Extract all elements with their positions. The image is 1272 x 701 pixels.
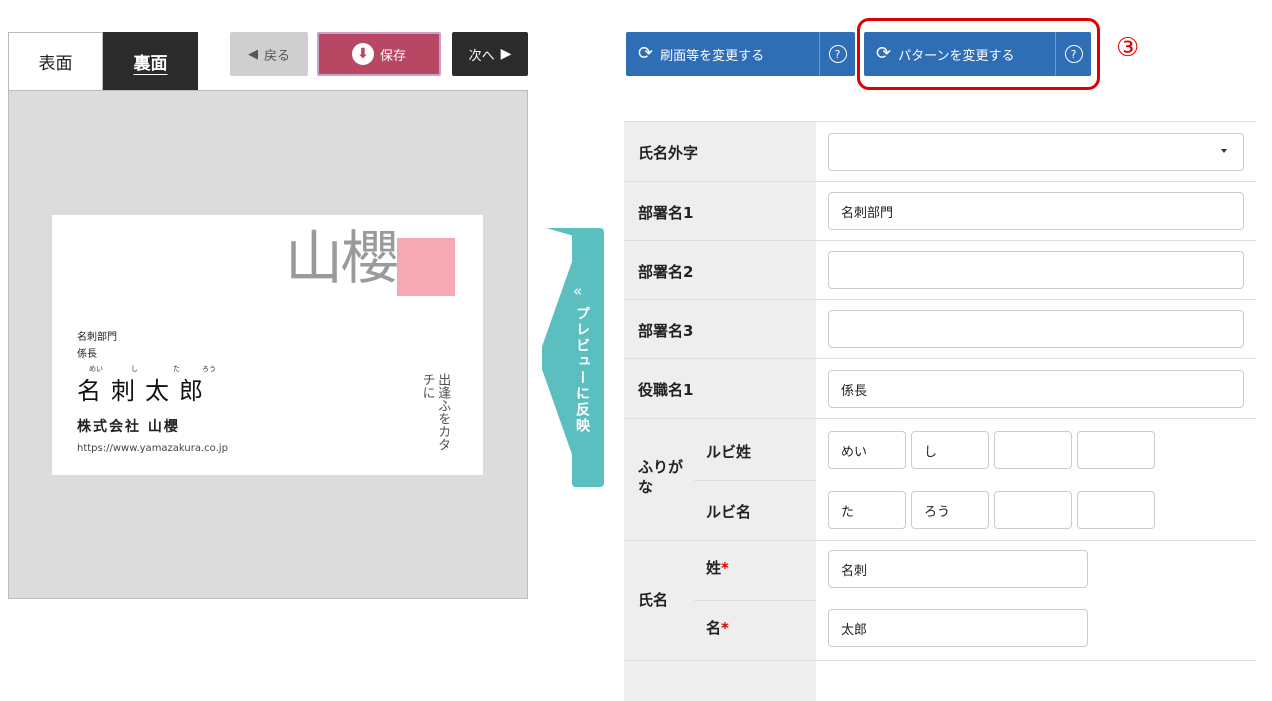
caret-down-icon — [1221, 149, 1227, 153]
position1-input[interactable]: 係長 — [828, 370, 1244, 408]
highlight-annotation — [857, 18, 1100, 90]
card-logo-mark — [397, 238, 455, 296]
help-icon: ? — [828, 45, 847, 63]
card-vertical-slogan: 出逢ふをカタチに — [419, 373, 451, 451]
department1-input[interactable]: 名刺部門 — [828, 192, 1244, 230]
ruby-mei-input[interactable]: た — [828, 491, 906, 529]
ruby-mei-input[interactable] — [1077, 491, 1155, 529]
form-row-name: 氏名 姓* 名* 名刺 太郎 — [624, 541, 1256, 661]
ruby-sei-input[interactable]: し — [911, 431, 989, 469]
back-button[interactable]: ◀ 戻る — [230, 32, 308, 76]
tab-front[interactable]: 表面 — [8, 32, 103, 90]
triangle-right-icon: ▶ — [500, 46, 512, 62]
next-button-label: 次へ — [468, 48, 495, 64]
triangle-left-icon: ◀ — [247, 46, 258, 62]
save-button-label: 保存 — [379, 48, 406, 64]
next-button[interactable]: 次へ ▶ — [452, 32, 528, 76]
card-position: 係長 — [77, 349, 97, 360]
ruby-mei-label: ルビ名 — [706, 503, 752, 521]
form-row-furigana: ふりがな ルビ姓 ルビ名 めい し た ろう — [624, 419, 1256, 541]
form-row-dept2: 部署名2 — [624, 241, 1256, 300]
business-card-preview: 山櫻 名刺部門 係長 めい し た ろう 名刺太郎 株式会社 山櫻 https:… — [52, 215, 483, 475]
change-print-button-group: ⟳ 刷面等を変更する ? — [626, 32, 855, 76]
double-chevron-left-icon: « — [573, 282, 583, 300]
reflect-preview-button[interactable]: « プレビューに反映 — [542, 228, 604, 487]
change-print-help-button[interactable]: ? — [819, 32, 855, 76]
ruby-sei-input[interactable] — [1077, 431, 1155, 469]
ruby-mei-input[interactable]: ろう — [911, 491, 989, 529]
required-mark: * — [721, 619, 729, 637]
card-input-form: 氏名外字 部署名1 名刺部門 部署名2 部署名3 役職名1 係長 ふりがな ルビ… — [624, 121, 1256, 701]
change-print-label: 刷面等を変更する — [660, 48, 765, 64]
ruby-sei-input[interactable] — [994, 431, 1072, 469]
form-row-dept1: 部署名1 名刺部門 — [624, 182, 1256, 241]
form-row-gaiji: 氏名外字 — [624, 122, 1256, 182]
form-label: 部署名2 — [624, 241, 816, 299]
name-label: 氏名 — [638, 591, 669, 609]
form-label: 部署名1 — [624, 182, 816, 240]
mei-input[interactable]: 太郎 — [828, 609, 1088, 647]
sei-label: 姓* — [706, 559, 729, 577]
form-row-dept3: 部署名3 — [624, 300, 1256, 359]
tab-back-label: 裏面 — [133, 53, 168, 74]
card-company: 株式会社 山櫻 — [77, 419, 180, 435]
tab-front-label: 表面 — [38, 54, 73, 74]
gaiji-select[interactable] — [828, 133, 1244, 171]
back-button-label: 戻る — [263, 48, 290, 64]
sei-input[interactable]: 名刺 — [828, 550, 1088, 588]
reflect-label: プレビューに反映 — [574, 306, 590, 434]
ruby-sei-label: ルビ姓 — [706, 443, 752, 461]
change-print-button[interactable]: ⟳ 刷面等を変更する — [626, 32, 819, 76]
tab-back[interactable]: 裏面 — [103, 32, 198, 90]
card-department: 名刺部門 — [77, 332, 117, 343]
card-url: https://www.yamazakura.co.jp — [77, 443, 228, 454]
form-label: 氏名外字 — [624, 122, 816, 181]
form-label: 役職名1 — [624, 359, 816, 418]
ruby-mei-input[interactable] — [994, 491, 1072, 529]
save-button[interactable]: ⬇ 保存 — [317, 32, 441, 76]
required-mark: * — [721, 559, 729, 577]
card-name: 名刺太郎 — [77, 377, 213, 405]
form-row-next — [624, 661, 1256, 701]
department2-input[interactable] — [828, 251, 1244, 289]
download-icon: ⬇ — [351, 43, 374, 65]
ruby-sei-input[interactable]: めい — [828, 431, 906, 469]
furigana-label: ふりがな — [638, 458, 684, 496]
department3-input[interactable] — [828, 310, 1244, 348]
card-logo-text: 山櫻 — [284, 224, 399, 292]
refresh-icon: ⟳ — [638, 43, 654, 64]
mei-label: 名* — [706, 619, 729, 637]
step-marker: ③ — [1116, 33, 1140, 63]
form-label: 部署名3 — [624, 300, 816, 358]
form-row-position1: 役職名1 係長 — [624, 359, 1256, 419]
